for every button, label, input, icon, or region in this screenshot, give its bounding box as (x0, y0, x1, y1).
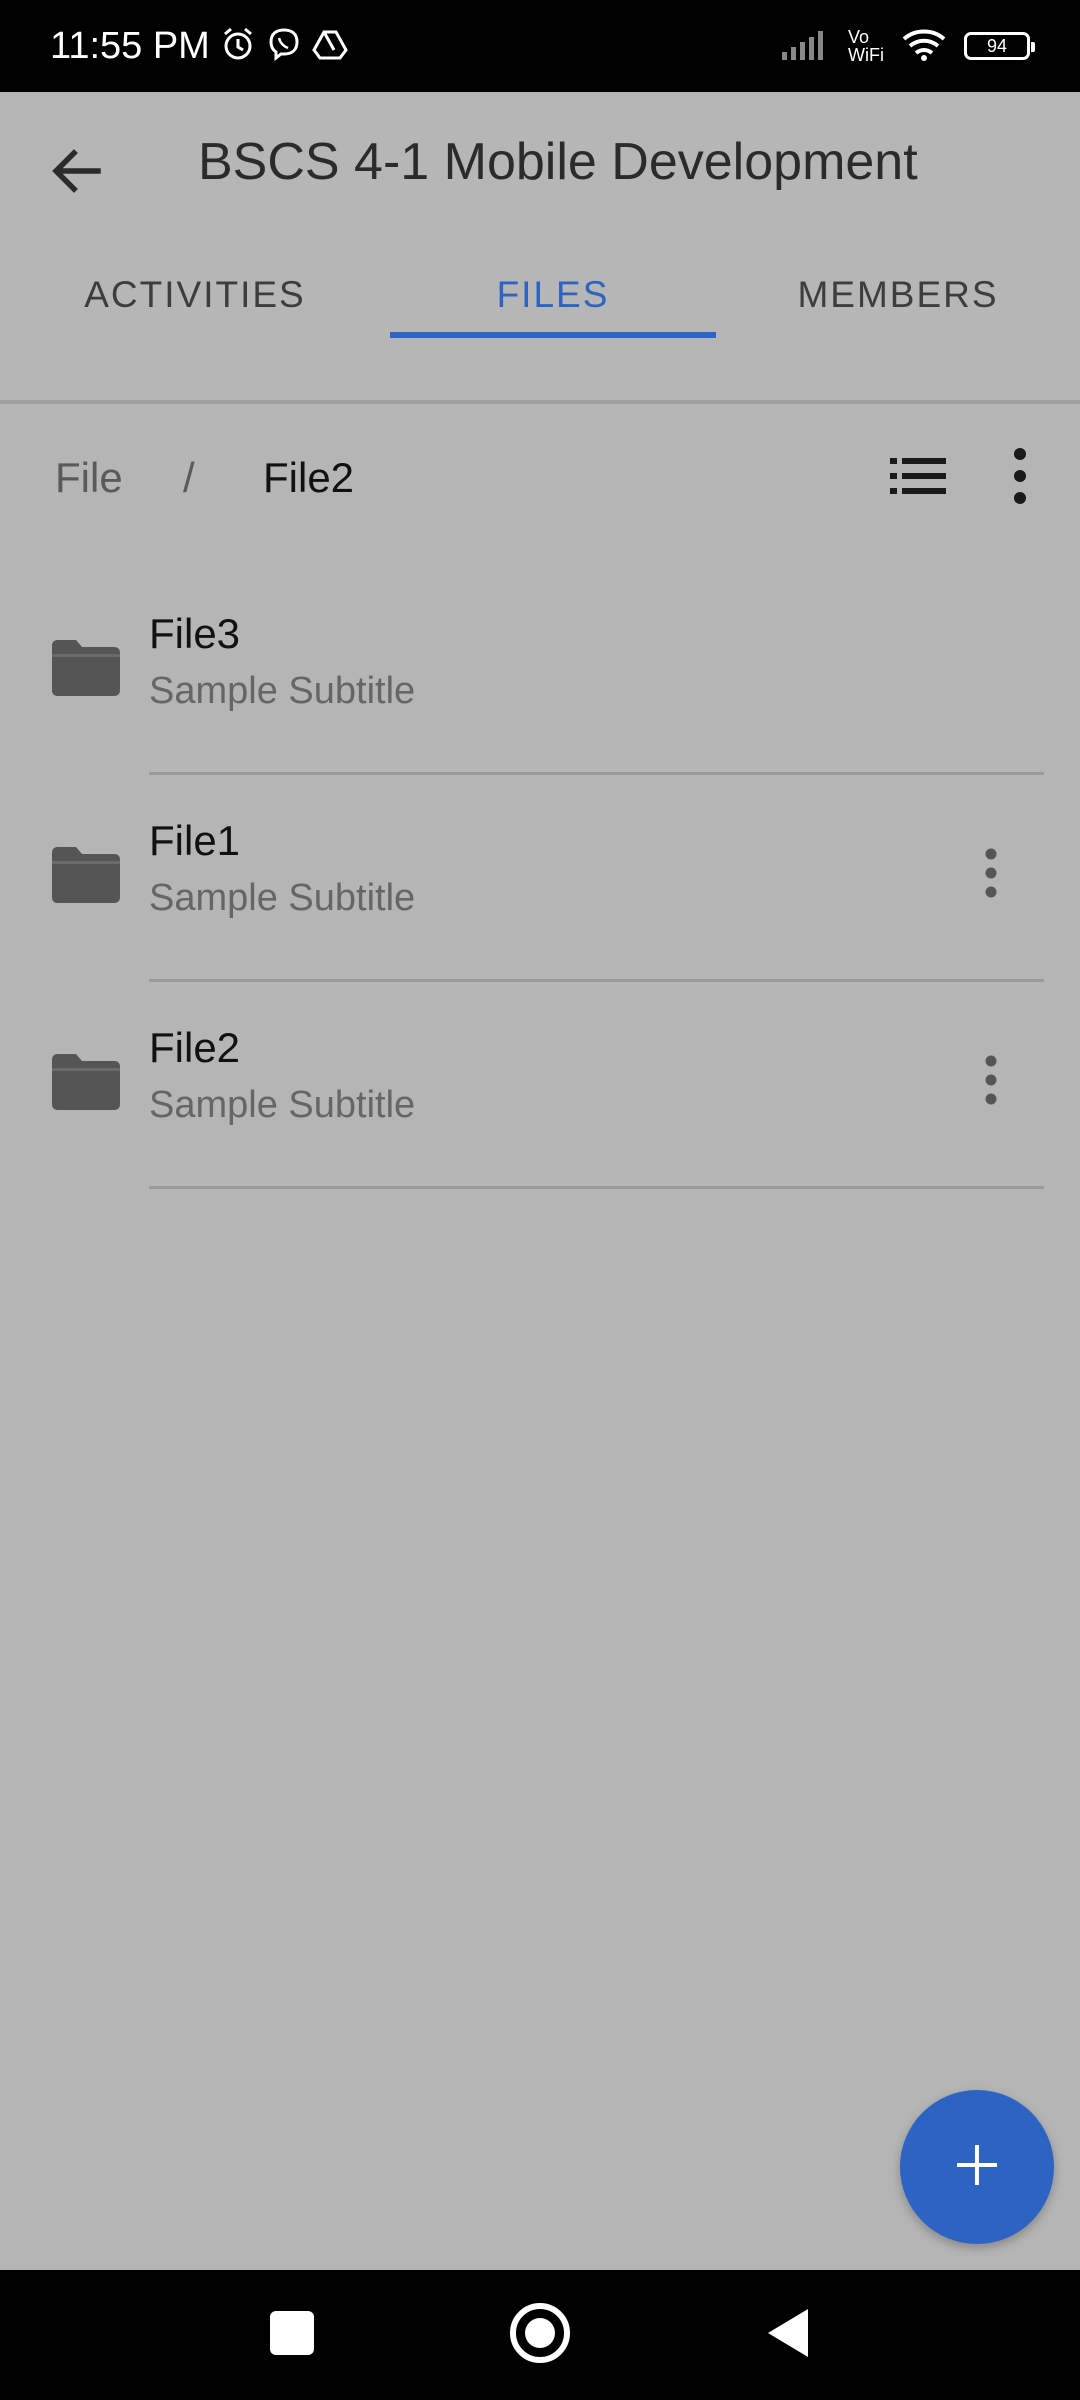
vowifi-indicator: Vo WiFi (848, 28, 884, 64)
more-vert-icon (984, 848, 998, 903)
status-system-icons: Vo WiFi 94 (780, 27, 1035, 66)
back-nav-button[interactable] (748, 2295, 828, 2375)
tab-members[interactable]: MEMBERS (716, 252, 1080, 338)
list-icon (890, 454, 946, 503)
breadcrumb: File / File2 (0, 430, 1080, 526)
plus-icon (955, 2143, 999, 2192)
navigation-bar (0, 2270, 1080, 2400)
item-more-button[interactable] (966, 835, 1016, 915)
circle-icon (509, 2302, 571, 2369)
file-subtitle: Sample Subtitle (149, 1084, 416, 1126)
list-item[interactable]: File3 Sample Subtitle (0, 568, 1080, 775)
list-item[interactable]: File2 Sample Subtitle (0, 982, 1080, 1189)
divider (149, 1186, 1044, 1189)
tab-activities-label: ACTIVITIES (84, 274, 306, 315)
tab-members-label: MEMBERS (797, 274, 999, 315)
folder-icon (52, 640, 120, 696)
breadcrumb-separator: / (183, 454, 195, 501)
breadcrumb-root[interactable]: File (55, 454, 123, 502)
file-name: File3 (149, 610, 241, 657)
arrow-left-icon (48, 143, 104, 204)
more-vert-icon (984, 1055, 998, 1110)
breadcrumb-current: File2 (263, 454, 355, 501)
tab-indicator (390, 332, 716, 338)
signal-icon (780, 28, 830, 65)
triangle-back-icon (766, 2307, 810, 2364)
tab-bar: ACTIVITIES FILES MEMBERS (0, 252, 1080, 338)
page-title: BSCS 4-1 Mobile Development (198, 133, 918, 191)
home-button[interactable] (500, 2295, 580, 2375)
battery-icon: 94 (964, 32, 1035, 60)
tab-files[interactable]: FILES (390, 252, 716, 338)
tabs-divider (0, 400, 1080, 404)
drive-icon (312, 26, 348, 67)
wifi-icon (902, 27, 946, 66)
folder-icon (52, 847, 120, 903)
file-subtitle: Sample Subtitle (149, 670, 416, 712)
add-button[interactable] (900, 2090, 1054, 2244)
app-bar: BSCS 4-1 Mobile Development ACTIVITIES F… (0, 92, 1080, 338)
vowifi-top: Vo (848, 27, 870, 47)
more-vert-icon (1013, 447, 1027, 509)
file-name: File1 (149, 817, 241, 864)
recents-button[interactable] (252, 2295, 332, 2375)
status-notification-icons (220, 26, 348, 67)
folder-icon (52, 1054, 120, 1110)
more-options-button[interactable] (990, 444, 1050, 512)
tab-activities[interactable]: ACTIVITIES (0, 252, 390, 338)
screen: 11:55 PM Vo WiFi 94 BSCS 4-1 Mobile Deve… (0, 0, 1080, 2400)
back-button[interactable] (40, 137, 112, 209)
list-view-button[interactable] (884, 444, 952, 512)
file-subtitle: Sample Subtitle (149, 877, 416, 919)
tab-files-label: FILES (496, 274, 610, 315)
status-time: 11:55 PM (50, 24, 210, 67)
square-icon (270, 2310, 314, 2360)
viber-icon (266, 26, 302, 67)
vowifi-bottom: WiFi (848, 45, 884, 65)
status-bar: 11:55 PM Vo WiFi 94 (0, 0, 1080, 92)
file-name: File2 (149, 1024, 241, 1071)
alarm-icon (220, 26, 256, 67)
item-more-button[interactable] (966, 1042, 1016, 1122)
battery-level: 94 (986, 35, 1008, 56)
list-item[interactable]: File1 Sample Subtitle (0, 775, 1080, 982)
